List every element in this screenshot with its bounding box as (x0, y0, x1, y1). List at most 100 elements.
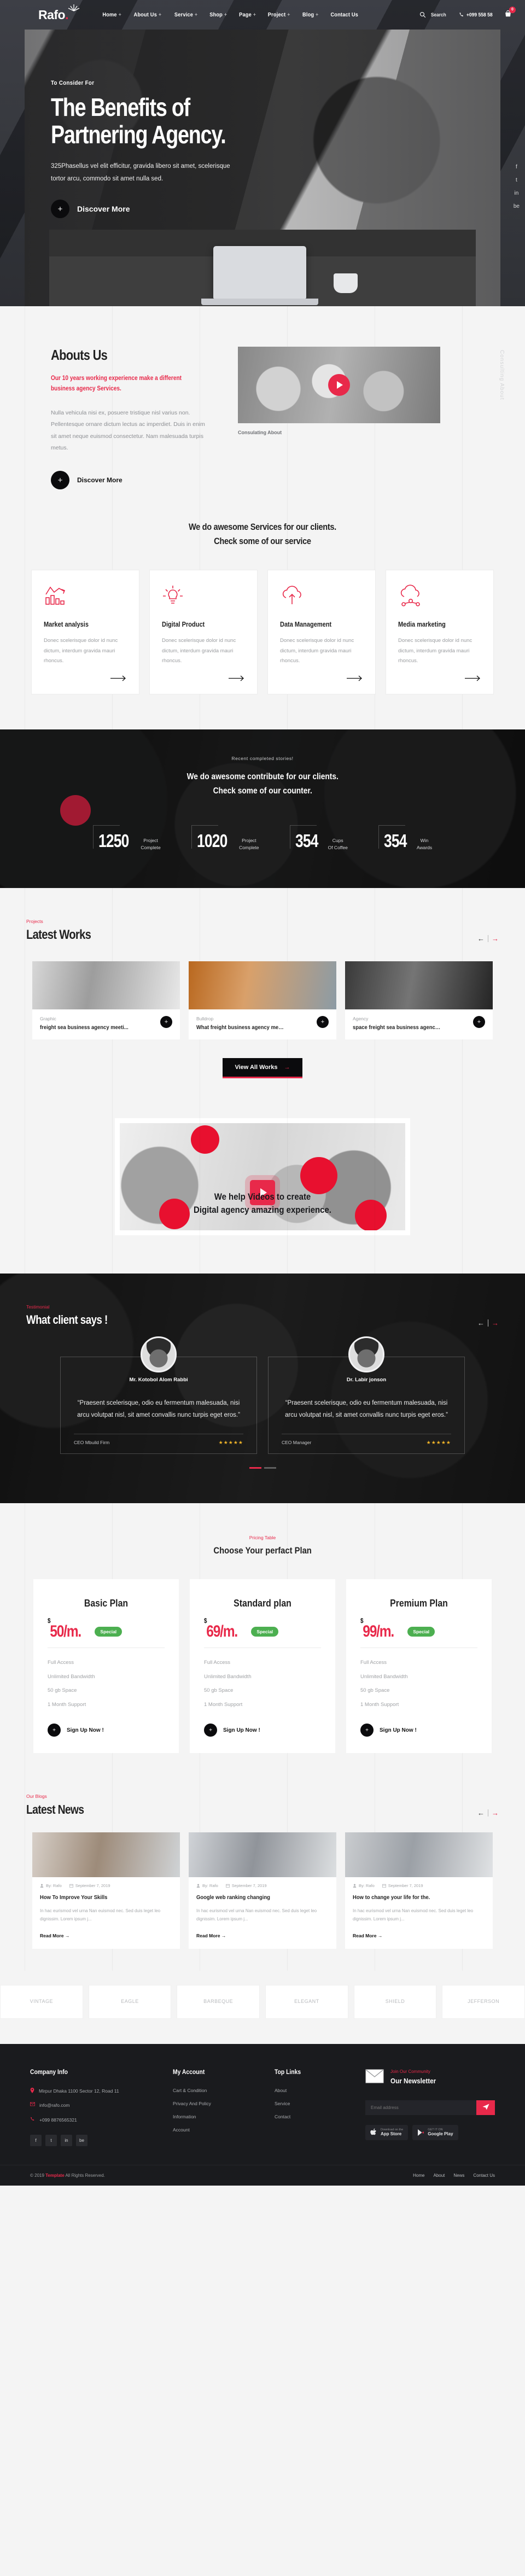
brand-logo[interactable]: VINTAGE (0, 1984, 83, 2019)
logo[interactable]: Rafo. (38, 4, 80, 22)
promo-headline-line-1: We help Videos to create (214, 1191, 311, 1202)
google-play-button[interactable]: GET IT ON Google Play (412, 2124, 458, 2140)
store-small-text: GET IT ON (428, 2128, 443, 2131)
testimonial-card: Mr. Kotobol Alom Rabbi “Praesent sceleri… (60, 1336, 257, 1454)
service-card[interactable]: Digital Product Donec scelerisque dolor … (149, 570, 258, 694)
service-card[interactable]: Market analysis Donec scelerisque dolor … (31, 570, 139, 694)
work-thumbnail (345, 961, 493, 1009)
arrow-right-icon[interactable] (110, 674, 127, 684)
plus-icon[interactable]: + (317, 1016, 329, 1028)
arrow-right-icon[interactable]: → (492, 934, 499, 943)
hero-discover-more-button[interactable]: + Discover More (51, 200, 130, 219)
brand-logo[interactable]: EAGLE (88, 1984, 172, 2019)
social-link-twitter[interactable]: t (516, 177, 517, 183)
nav-item-project[interactable]: Project + (268, 11, 290, 18)
brand-logo[interactable]: ELEGANT (265, 1984, 348, 2019)
newsletter-email-input[interactable] (365, 2100, 476, 2115)
read-more-link[interactable]: Read More → (196, 1933, 226, 1938)
nav-item-service[interactable]: Service + (174, 11, 197, 18)
arrow-right-icon[interactable] (465, 674, 481, 684)
app-store-button[interactable]: Download on the App Store (365, 2124, 409, 2140)
social-link-facebook[interactable]: f (516, 164, 517, 170)
blog-post-title: Google web ranking changing (196, 1894, 270, 1901)
brand-logo[interactable]: SHIELD (353, 1984, 437, 2019)
counter-eyebrow: Recent completed stories! (231, 756, 294, 761)
arrow-right-icon[interactable] (229, 674, 245, 684)
footer-bottom-link-contact-us[interactable]: Contact Us (473, 2173, 495, 2178)
arrow-left-icon[interactable]: ← (477, 1319, 485, 1327)
read-more-link[interactable]: Read More → (40, 1933, 69, 1938)
plus-icon: + (360, 1724, 374, 1737)
nav-item-contact-us[interactable]: Contact Us (331, 11, 359, 18)
bar-chart-icon (44, 585, 127, 610)
arrow-right-icon[interactable]: → (492, 1319, 499, 1327)
work-card[interactable]: Graphic freight sea business agency meet… (32, 961, 180, 1039)
view-all-works-button[interactable]: View All Works → (223, 1058, 302, 1078)
nav-caret: + (159, 11, 162, 18)
footer-link-account[interactable]: Account (173, 2127, 260, 2133)
social-link-behance[interactable]: be (76, 2135, 88, 2147)
play-icon[interactable] (328, 374, 350, 396)
phone-number[interactable]: +099 558 58 (459, 12, 493, 18)
view-all-label: View All Works (235, 1064, 278, 1071)
footer-bottom-link-about[interactable]: About (434, 2173, 445, 2178)
arrow-left-icon[interactable]: ← (477, 1809, 485, 1817)
arrow-left-icon[interactable]: ← (477, 934, 485, 943)
nav-item-home[interactable]: Home + (102, 11, 121, 18)
newsletter-submit-button[interactable] (476, 2100, 495, 2115)
plan-signup-button[interactable]: + Sign Up Now ! (48, 1724, 104, 1737)
brand-logo[interactable]: BARBEQUE (177, 1984, 260, 2019)
footer-link-privacy-policy[interactable]: Privacy And Policy (173, 2101, 260, 2106)
footer-col-title: My Account (173, 2069, 205, 2076)
plus-icon[interactable]: + (473, 1016, 485, 1028)
social-link-linkedin[interactable]: in (61, 2135, 72, 2147)
works-eyebrow: Projects (26, 919, 43, 924)
arrow-right-icon[interactable] (347, 674, 363, 684)
calendar-icon (382, 1884, 386, 1888)
service-card[interactable]: Data Management Donec scelerisque dolor … (267, 570, 376, 694)
plan-signup-button[interactable]: + Sign Up Now ! (360, 1724, 417, 1737)
search-control[interactable]: Search (419, 11, 447, 18)
footer-bottom-link-home[interactable]: Home (413, 2173, 424, 2178)
arrow-right-icon[interactable]: → (492, 1809, 499, 1817)
footer-bottom-link-news[interactable]: News (453, 2173, 464, 2178)
blog-card[interactable]: By: Rafo September 7, 2019 Google web ra… (189, 1832, 336, 1949)
newsletter-form (365, 2100, 495, 2115)
blog-card[interactable]: By: Rafo September 7, 2019 How to change… (345, 1832, 493, 1949)
rating-stars: ★★★★★ (218, 1439, 243, 1445)
nav-caret: + (194, 11, 198, 18)
social-link-facebook[interactable]: f (30, 2135, 42, 2147)
work-card[interactable]: Agency space freight sea business agency… (345, 961, 493, 1039)
social-link-linkedin[interactable]: in (515, 190, 519, 196)
footer-link-about[interactable]: About (275, 2088, 351, 2093)
mail-icon (30, 2102, 35, 2106)
nav-item-page[interactable]: Page + (239, 11, 256, 18)
about-video-thumbnail[interactable] (238, 347, 440, 423)
counter-item: 354 Cups Of Coffee (289, 825, 348, 851)
service-card[interactable]: Media marketing Donec scelerisque dolor … (386, 570, 494, 694)
footer-link-service[interactable]: Service (275, 2101, 351, 2106)
plan-signup-button[interactable]: + Sign Up Now ! (204, 1724, 260, 1737)
plus-icon[interactable]: + (160, 1016, 172, 1028)
topbar-actions: Search +099 558 58 0 (419, 6, 516, 20)
social-link-twitter[interactable]: t (45, 2135, 57, 2147)
social-link-behance[interactable]: be (514, 203, 520, 209)
footer-link-information[interactable]: Information (173, 2114, 260, 2119)
pagination-dot[interactable] (264, 1467, 276, 1469)
coffee-cup-graphic (334, 273, 358, 293)
about-discover-more-button[interactable]: + Discover More (51, 471, 122, 489)
footer-link-cart-condition[interactable]: Cart & Condition (173, 2088, 260, 2093)
nav-item-about-us[interactable]: About Us + (134, 11, 162, 18)
pricing-title: Choose Your perfact Plan (0, 1545, 525, 1556)
brand-logo[interactable]: JEFFERSON (442, 1984, 525, 2019)
read-more-link[interactable]: Read More → (353, 1933, 382, 1938)
cart-button[interactable]: 0 (504, 6, 516, 20)
nav-item-shop[interactable]: Shop + (210, 11, 228, 18)
work-card[interactable]: Bulldrop What freight business agency me… (189, 961, 336, 1039)
nav-item-blog[interactable]: Blog + (302, 11, 319, 18)
pagination-dot-active[interactable] (249, 1467, 261, 1469)
blog-card[interactable]: By: Rafo September 7, 2019 How To Improv… (32, 1832, 180, 1949)
footer-link-contact[interactable]: Contact (275, 2114, 351, 2119)
footer-email-text: info@rafo.com (39, 2102, 70, 2108)
cloud-upload-icon (280, 585, 363, 610)
